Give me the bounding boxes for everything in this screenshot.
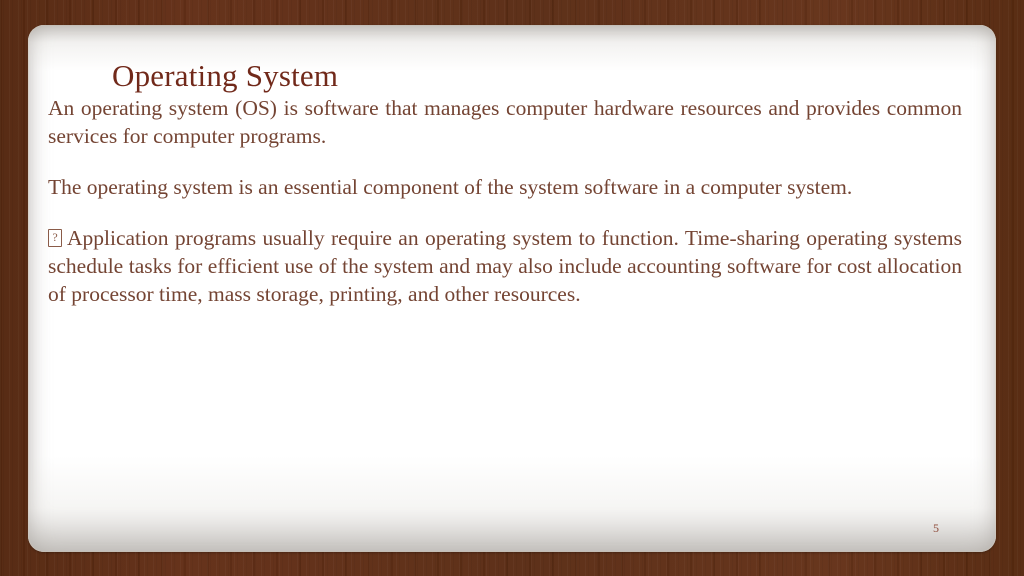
slide-content-area: Operating System An operating system (OS…	[28, 25, 996, 552]
presentation-slide: Operating System An operating system (OS…	[0, 0, 1024, 576]
body-paragraph-1: An operating system (OS) is software tha…	[48, 96, 962, 148]
missing-glyph-bullet-icon: ?	[48, 229, 62, 248]
slide-content-panel: Operating System An operating system (OS…	[28, 25, 996, 552]
body-paragraph-2: The operating system is an essential com…	[48, 175, 853, 199]
body-paragraph-3: ? Application programs usually require an…	[48, 224, 962, 308]
page-title: Operating System	[112, 57, 339, 93]
page-number: 5	[933, 521, 939, 535]
slide-body: An operating system (OS) is software tha…	[48, 94, 962, 308]
body-paragraph-3-text: Application programs usually require an …	[48, 226, 962, 306]
